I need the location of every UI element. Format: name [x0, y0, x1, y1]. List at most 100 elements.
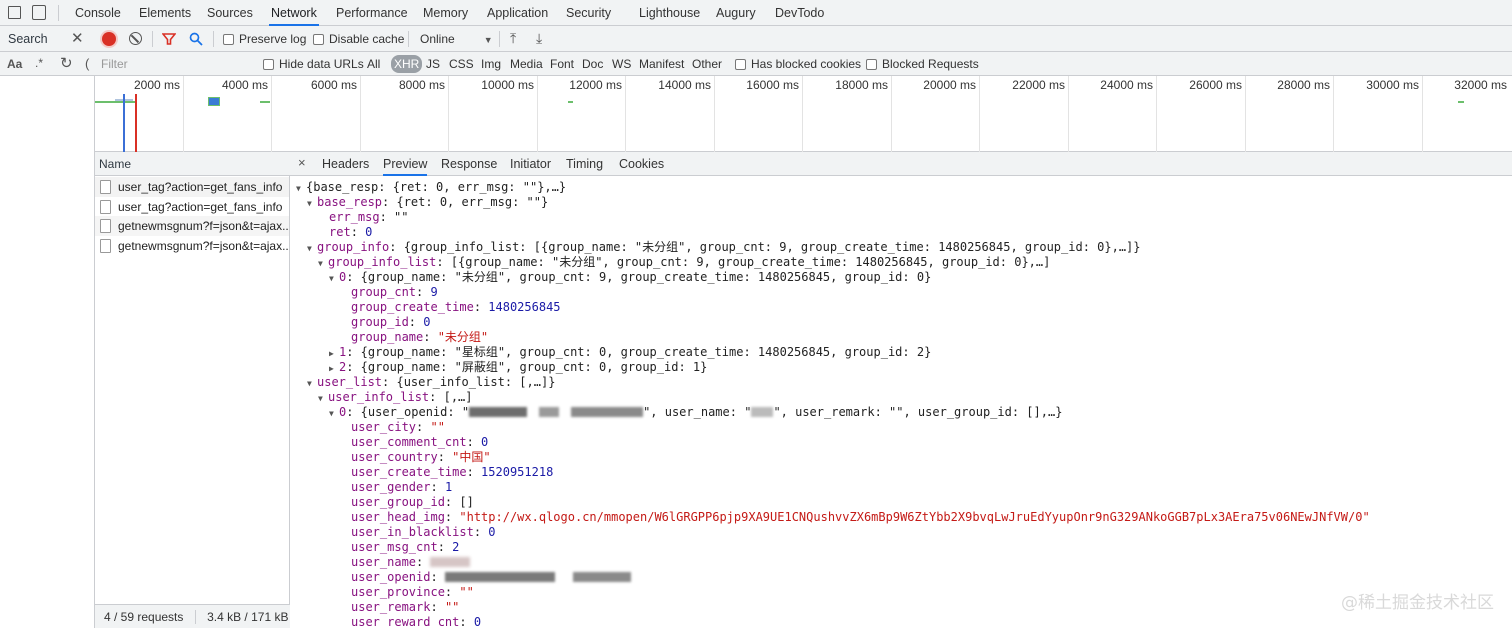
search-icon[interactable]	[189, 32, 203, 46]
tree-leaf: user_remark: ""	[351, 600, 460, 614]
filter-icon[interactable]	[162, 32, 176, 46]
has-blocked-cookies-checkbox[interactable]: Has blocked cookies	[735, 52, 861, 76]
tree-node-group-2[interactable]: ▶ 2: {group_name: "屏蔽组", group_cnt: 0, gr…	[329, 360, 707, 375]
disable-cache-checkbox[interactable]: Disable cache	[313, 27, 404, 51]
tree-node-base-resp[interactable]: ▼ base_resp: {ret: 0, err_msg: ""}	[307, 195, 548, 210]
tree-node-group-1[interactable]: ▶ 1: {group_name: "星标组", group_cnt: 0, gr…	[329, 345, 931, 360]
devtools-tab-bar: Console Elements Sources Network Perform…	[0, 0, 1512, 26]
preserve-log-checkbox[interactable]: Preserve log	[223, 27, 306, 51]
type-filter-ws[interactable]: WS	[612, 52, 631, 76]
request-bar	[95, 101, 135, 103]
tree-leaf: group_cnt: 9	[351, 285, 438, 299]
tab-lighthouse[interactable]: Lighthouse	[637, 0, 702, 26]
overview-tick: 32000 ms	[1454, 78, 1507, 92]
type-filter-js[interactable]: JS	[426, 52, 440, 76]
document-icon	[100, 200, 111, 214]
transfer-size: 3.4 kB / 171 kB tr	[207, 610, 290, 624]
watermark: @稀土掘金技术社区	[1341, 593, 1494, 613]
tab-sources[interactable]: Sources	[205, 0, 255, 26]
tab-cookies[interactable]: Cookies	[619, 152, 664, 176]
clear-icon[interactable]: (	[85, 52, 89, 76]
search-pane-title: Search	[8, 32, 48, 46]
tree-leaf: ret: 0	[329, 225, 373, 239]
name-column-header[interactable]: Name	[99, 152, 131, 176]
close-details-icon[interactable]: ×	[298, 152, 306, 174]
tree-leaf: user_province: ""	[351, 585, 474, 599]
tab-memory[interactable]: Memory	[421, 0, 470, 26]
overview-tick: 2000 ms	[133, 78, 180, 92]
request-row[interactable]: getnewmsgnum?f=json&t=ajax...	[95, 216, 289, 236]
request-row[interactable]: user_tag?action=get_fans_info	[95, 197, 289, 217]
type-filter-other[interactable]: Other	[692, 52, 722, 76]
tab-devtodo[interactable]: DevTodo	[773, 0, 826, 26]
type-filter-font[interactable]: Font	[550, 52, 574, 76]
tab-console[interactable]: Console	[73, 0, 123, 26]
filter-input[interactable]: Filter	[101, 52, 128, 76]
tab-response[interactable]: Response	[441, 152, 497, 176]
requests-header[interactable]: Name	[95, 152, 290, 176]
hide-data-urls-checkbox[interactable]: Hide data URLs	[263, 52, 364, 76]
type-filter-all[interactable]: All	[367, 52, 380, 76]
overview-tick: 20000 ms	[923, 78, 976, 92]
tree-leaf: group_create_time: 1480256845	[351, 300, 561, 314]
blocked-requests-checkbox[interactable]: Blocked Requests	[866, 52, 979, 76]
refresh-icon[interactable]: ↻	[60, 52, 73, 76]
tab-timing[interactable]: Timing	[566, 152, 603, 176]
tree-node-user-0[interactable]: ▼ 0: {user_openid: " ", user_name: " ", use…	[329, 405, 1062, 420]
import-har-icon[interactable]: ⤒	[510, 30, 516, 47]
tree-node-group-info[interactable]: ▼ group_info: {group_info_list: [{group_n…	[307, 240, 1141, 255]
overview-tick: 26000 ms	[1189, 78, 1242, 92]
request-row[interactable]: user_tag?action=get_fans_info	[95, 177, 289, 197]
network-overview[interactable]: 2000 ms 4000 ms 6000 ms 8000 ms 10000 ms…	[95, 76, 1512, 152]
tab-elements[interactable]: Elements	[137, 0, 193, 26]
request-name: getnewmsgnum?f=json&t=ajax...	[118, 219, 289, 233]
tab-performance[interactable]: Performance	[334, 0, 410, 26]
redacted-openid	[572, 572, 631, 582]
tab-preview[interactable]: Preview	[383, 152, 428, 176]
overview-tick: 8000 ms	[398, 78, 445, 92]
type-filter-css[interactable]: CSS	[449, 52, 474, 76]
tab-application[interactable]: Application	[485, 0, 550, 26]
tree-leaf: user_openid:	[351, 570, 631, 585]
tree-node-group-info-list[interactable]: ▼ group_info_list: [{group_name: "未分组", g…	[318, 255, 1050, 270]
tab-headers[interactable]: Headers	[322, 152, 369, 176]
regex-button[interactable]: .*	[35, 52, 43, 74]
type-filter-media[interactable]: Media	[510, 52, 543, 76]
type-filter-manifest[interactable]: Manifest	[639, 52, 684, 76]
tree-node-group-0[interactable]: ▼ 0: {group_name: "未分组", group_cnt: 9, gr…	[329, 270, 931, 285]
overview-tick: 14000 ms	[658, 78, 711, 92]
overview-tick: 6000 ms	[310, 78, 357, 92]
overview-tick: 28000 ms	[1277, 78, 1330, 92]
redacted-username	[751, 407, 774, 417]
tree-node-user-info-list[interactable]: ▼ user_info_list: [,…]	[318, 390, 473, 405]
request-name: user_tag?action=get_fans_info	[118, 180, 283, 194]
match-case-button[interactable]: Aa	[7, 52, 22, 76]
tab-security[interactable]: Security	[564, 0, 613, 26]
device-toolbar-icon[interactable]	[32, 5, 46, 20]
type-filter-img[interactable]: Img	[481, 52, 501, 76]
inspect-element-icon[interactable]	[8, 6, 21, 19]
status-bar: 4 / 59 requests 3.4 kB / 171 kB tr	[95, 604, 290, 628]
throttling-select[interactable]: Online ▼	[420, 27, 493, 51]
overview-tick: 10000 ms	[481, 78, 534, 92]
request-bar	[568, 101, 573, 103]
request-count: 4 / 59 requests	[104, 610, 184, 624]
type-filter-doc[interactable]: Doc	[582, 52, 603, 76]
record-icon[interactable]	[102, 32, 116, 46]
type-filter-xhr[interactable]: XHR	[391, 55, 423, 73]
overview-tick: 24000 ms	[1100, 78, 1153, 92]
tab-initiator[interactable]: Initiator	[510, 152, 551, 176]
tree-node-user-list[interactable]: ▼ user_list: {user_info_list: [,…]}	[307, 375, 555, 390]
tree-root[interactable]: ▼ {base_resp: {ret: 0, err_msg: ""},…}	[296, 180, 566, 195]
close-icon[interactable]: ✕	[71, 26, 84, 51]
tab-augury[interactable]: Augury	[714, 0, 758, 26]
request-name: user_tag?action=get_fans_info	[118, 200, 283, 214]
redacted-openid	[539, 407, 560, 417]
request-row[interactable]: getnewmsgnum?f=json&t=ajax...	[95, 236, 289, 256]
tree-leaf: group_name: "未分组"	[351, 330, 489, 344]
redacted-username	[430, 557, 471, 567]
tab-network[interactable]: Network	[269, 0, 319, 26]
tree-leaf: group_id: 0	[351, 315, 431, 329]
export-har-icon[interactable]: ⤓	[536, 30, 542, 47]
document-icon	[100, 219, 111, 233]
